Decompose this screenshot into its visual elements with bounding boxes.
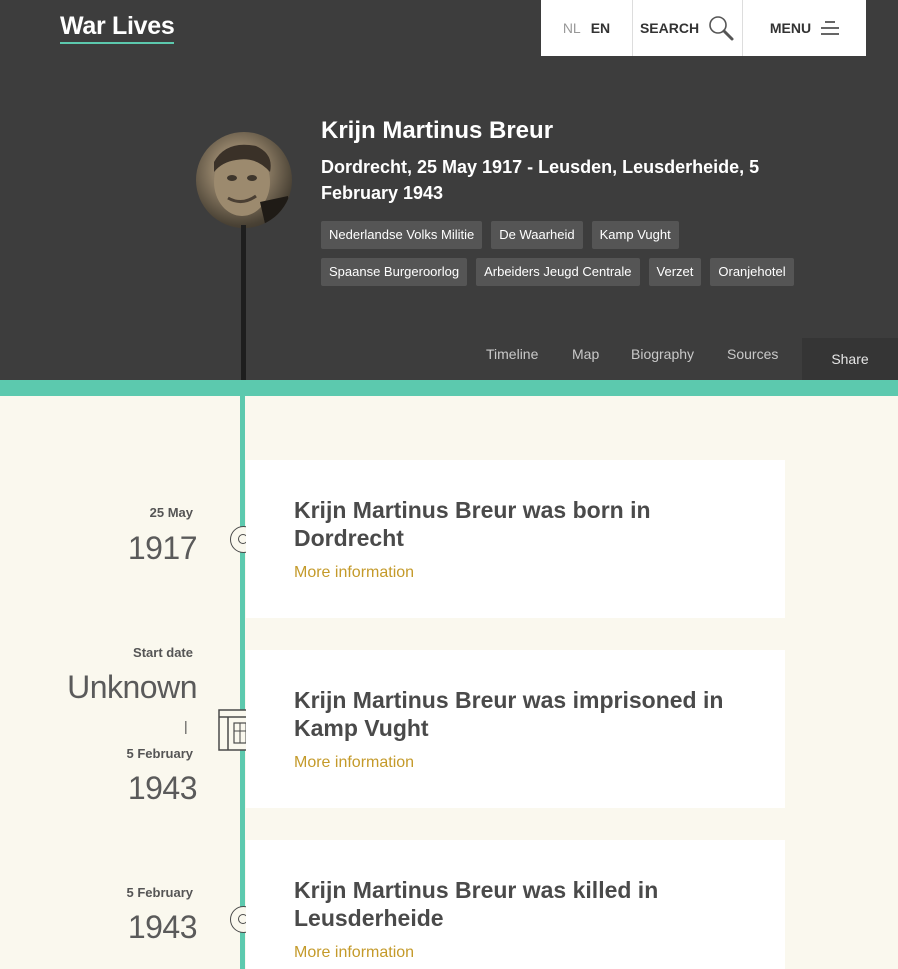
more-information-link[interactable]: More information bbox=[294, 944, 414, 962]
accent-stripe bbox=[0, 380, 898, 396]
event-year: Unknown bbox=[67, 669, 197, 705]
lang-en-link[interactable]: EN bbox=[591, 20, 610, 36]
hamburger-icon bbox=[821, 21, 840, 35]
menu-label: MENU bbox=[769, 20, 812, 36]
language-switcher: NL EN bbox=[541, 0, 633, 56]
tag-item[interactable]: Arbeiders Jeugd Centrale bbox=[476, 258, 640, 286]
search-icon bbox=[709, 16, 734, 41]
hero-timeline-line bbox=[241, 225, 246, 380]
tag-item[interactable]: Kamp Vught bbox=[591, 221, 679, 249]
event-date-label: 5 February bbox=[126, 885, 193, 900]
event-title: Krijn Martinus Breur was imprisoned in K… bbox=[294, 687, 724, 741]
tab-biography[interactable]: Biography bbox=[631, 346, 694, 362]
top-bar: NL EN SEARCH MENU bbox=[541, 0, 866, 56]
person-dates: Dordrecht, 25 May 1917 - Leusden, Leusde… bbox=[321, 157, 760, 203]
lang-nl-link[interactable]: NL bbox=[563, 20, 581, 36]
event-end-date-label: 5 February bbox=[126, 746, 193, 761]
more-information-link[interactable]: More information bbox=[294, 564, 414, 582]
event-year: 1917 bbox=[127, 530, 198, 566]
timeline-event-card: Krijn Martinus Breur was born in Dordrec… bbox=[246, 460, 785, 618]
tag-item[interactable]: De Waarheid bbox=[491, 221, 583, 249]
menu-button[interactable]: MENU bbox=[743, 0, 866, 56]
share-button[interactable]: Share bbox=[802, 338, 898, 380]
timeline-event-card: Krijn Martinus Breur was killed in Leusd… bbox=[246, 840, 785, 969]
date-range-separator: | bbox=[184, 718, 188, 734]
search-label: SEARCH bbox=[639, 20, 700, 36]
site-logo[interactable]: War Lives bbox=[60, 12, 175, 44]
event-end-year: 1943 bbox=[127, 770, 198, 806]
tag-item[interactable]: Nederlandse Volks Militie bbox=[321, 221, 483, 249]
more-information-link[interactable]: More information bbox=[294, 754, 414, 772]
tag-item[interactable]: Verzet bbox=[648, 258, 702, 286]
timeline-event-card: Krijn Martinus Breur was imprisoned in K… bbox=[246, 650, 785, 808]
timeline-line bbox=[240, 396, 245, 969]
event-title: Krijn Martinus Breur was killed in Leusd… bbox=[294, 877, 659, 931]
portrait-image bbox=[214, 144, 292, 228]
event-title: Krijn Martinus Breur was born in Dordrec… bbox=[294, 497, 651, 551]
event-year: 1943 bbox=[127, 909, 198, 945]
tag-item[interactable]: Oranjehotel bbox=[710, 258, 794, 286]
tag-item[interactable]: Spaanse Burgeroorlog bbox=[321, 258, 468, 286]
person-name: Krijn Martinus Breur bbox=[321, 117, 554, 144]
tab-map[interactable]: Map bbox=[572, 346, 599, 362]
search-button[interactable]: SEARCH bbox=[633, 0, 743, 56]
event-date-label: 25 May bbox=[149, 505, 193, 520]
tab-timeline[interactable]: Timeline bbox=[486, 346, 538, 362]
person-portrait bbox=[196, 132, 292, 228]
tab-sources[interactable]: Sources bbox=[727, 346, 778, 362]
event-date-label: Start date bbox=[133, 645, 193, 660]
tag-list: Nederlandse Volks Militie De Waarheid Ka… bbox=[321, 221, 801, 286]
